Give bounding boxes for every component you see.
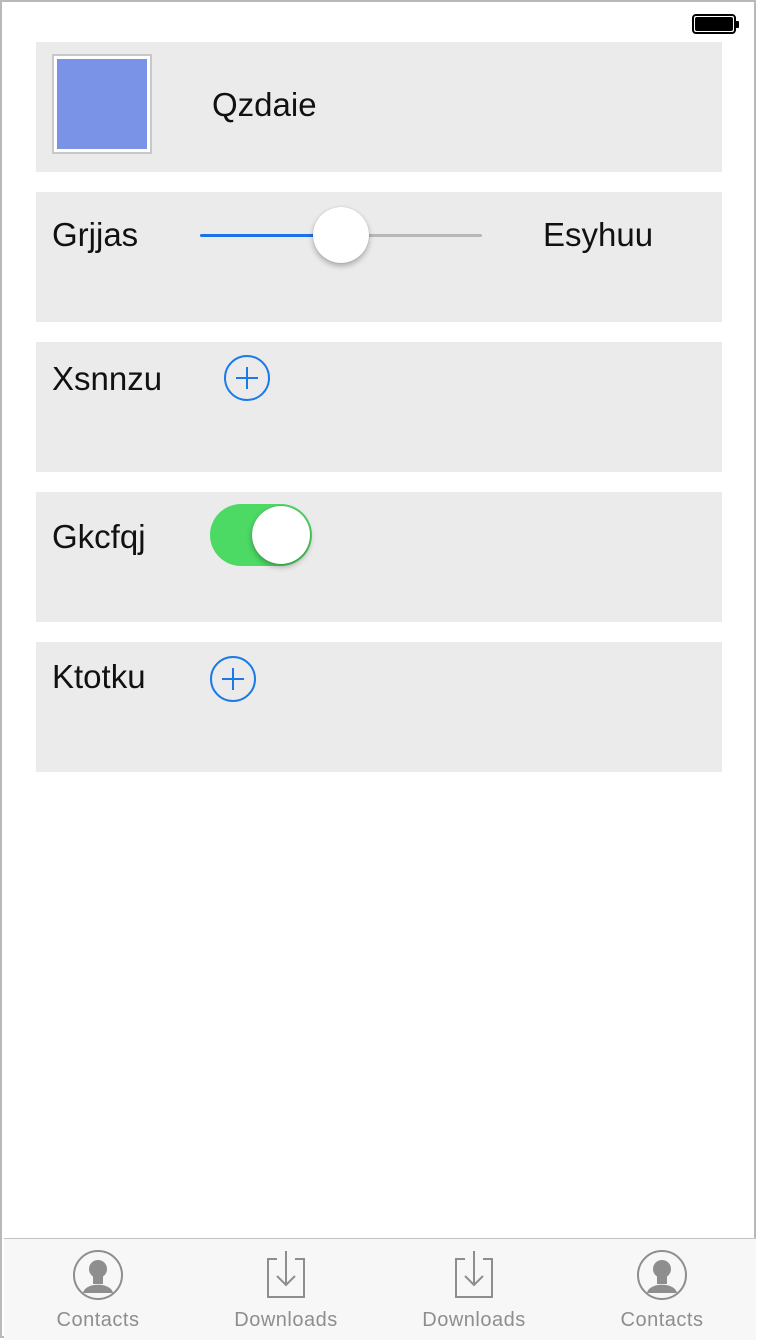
row-slider: Grjjas Esyhuu bbox=[36, 192, 722, 322]
battery-icon bbox=[692, 14, 739, 34]
tab-label: Downloads bbox=[422, 1309, 526, 1331]
row-label: Xsnnzu bbox=[52, 360, 163, 397]
tab-downloads[interactable]: Downloads bbox=[380, 1239, 568, 1339]
tab-bar: Contacts Downloads Downloads Contacts bbox=[4, 1238, 756, 1340]
status-bar bbox=[2, 2, 754, 42]
tab-downloads[interactable]: Downloads bbox=[192, 1239, 380, 1339]
plus-circle-icon bbox=[222, 668, 244, 690]
slider-thumb[interactable] bbox=[313, 207, 369, 263]
app-screen: Qzdaie Grjjas Esyhuu Xsnnzu Gkcfqj Ktotk… bbox=[0, 0, 756, 1340]
contact-icon bbox=[637, 1250, 687, 1300]
tab-label: Contacts bbox=[56, 1309, 140, 1331]
download-icon bbox=[267, 1251, 305, 1298]
slider[interactable] bbox=[198, 207, 484, 263]
row-label: Qzdaie bbox=[212, 86, 317, 123]
color-swatch[interactable] bbox=[52, 54, 152, 154]
slider-left-label: Grjjas bbox=[52, 216, 139, 253]
slider-right-label: Esyhuu bbox=[543, 216, 654, 253]
row-label: Gkcfqj bbox=[52, 518, 146, 555]
tab-contacts[interactable]: Contacts bbox=[568, 1239, 756, 1339]
toggle-switch[interactable] bbox=[210, 504, 312, 566]
add-button[interactable] bbox=[210, 656, 256, 702]
add-button[interactable] bbox=[224, 355, 270, 401]
row-color-swatch: Qzdaie bbox=[36, 42, 722, 172]
download-icon bbox=[455, 1251, 493, 1298]
contact-icon bbox=[73, 1250, 123, 1300]
row-add-ktotku: Ktotku bbox=[36, 642, 722, 772]
row-add-xsnnzu: Xsnnzu bbox=[36, 342, 722, 472]
plus-circle-icon bbox=[236, 367, 258, 389]
tab-contacts[interactable]: Contacts bbox=[4, 1239, 192, 1339]
color-swatch-fill bbox=[57, 59, 147, 149]
tab-label: Contacts bbox=[620, 1309, 704, 1331]
tab-label: Downloads bbox=[234, 1309, 338, 1331]
toggle-knob bbox=[252, 506, 310, 564]
row-label: Ktotku bbox=[52, 658, 146, 695]
row-toggle: Gkcfqj bbox=[36, 492, 722, 622]
